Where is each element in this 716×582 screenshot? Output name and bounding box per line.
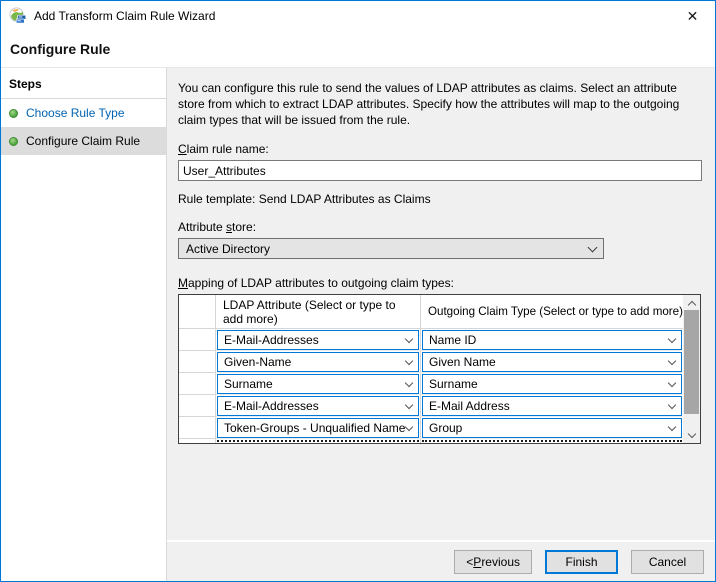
row-selector-cell (179, 439, 216, 443)
rule-description-text: You can configure this rule to send the … (178, 80, 701, 128)
main-column: You can configure this rule to send the … (167, 68, 715, 581)
ldap-attribute-select[interactable]: E-Mail-Addresses (217, 330, 419, 350)
scrollbar-track[interactable] (683, 414, 700, 428)
sidebar-item-choose-rule-type[interactable]: Choose Rule Type (1, 99, 166, 127)
claim-rule-name-input[interactable] (178, 160, 702, 181)
column-header-ldap-attribute: LDAP Attribute (Select or type to add mo… (216, 295, 421, 328)
chevron-down-icon (668, 401, 676, 409)
table-row: Surname Surname (179, 373, 683, 395)
row-selector-cell[interactable] (179, 417, 216, 439)
mapping-table: LDAP Attribute (Select or type to add mo… (178, 294, 701, 444)
wizard-window: Add Transform Claim Rule Wizard ✕ Config… (0, 0, 716, 582)
finish-button[interactable]: Finish (545, 550, 618, 574)
chevron-down-icon (668, 379, 676, 387)
attribute-store-value: Active Directory (186, 242, 589, 256)
chevron-down-icon (405, 335, 413, 343)
row-selector-cell[interactable] (179, 351, 216, 373)
attribute-store-label: Attribute store: (178, 220, 702, 234)
rule-template-text: Rule template: Send LDAP Attributes as C… (178, 192, 702, 206)
column-header-outgoing-claim-type: Outgoing Claim Type (Select or type to a… (421, 295, 683, 328)
step-current-icon (9, 137, 18, 146)
chevron-down-icon (405, 379, 413, 387)
scroll-down-button[interactable] (683, 428, 700, 443)
ldap-attribute-select[interactable]: Surname (217, 374, 419, 394)
row-selector-cell[interactable] (179, 373, 216, 395)
scroll-up-button[interactable] (683, 295, 700, 310)
chevron-down-icon (588, 242, 598, 252)
window-title: Add Transform Claim Rule Wizard (34, 9, 215, 23)
step-label: Configure Claim Rule (26, 134, 140, 148)
table-row: E-Mail-Addresses E-Mail Address (179, 395, 683, 417)
chevron-up-icon (687, 300, 695, 308)
button-bar: < Previous Finish Cancel (167, 540, 715, 581)
outgoing-claim-type-select[interactable]: E-Mail Address (422, 396, 682, 416)
chevron-down-icon (687, 430, 695, 438)
close-icon: ✕ (687, 8, 699, 25)
mapping-grid: LDAP Attribute (Select or type to add mo… (179, 295, 683, 443)
ldap-attribute-select[interactable]: Token-Groups - Unqualified Names (217, 418, 419, 438)
row-selector-header (179, 295, 216, 328)
step-completed-icon (9, 109, 18, 118)
steps-title: Steps (1, 68, 166, 99)
empty-outgoing-claim-type-select (422, 440, 682, 443)
row-selector-cell[interactable] (179, 329, 216, 351)
chevron-down-icon (405, 423, 413, 431)
chevron-down-icon (668, 357, 676, 365)
step-label: Choose Rule Type (26, 106, 125, 120)
mapping-table-label: Mapping of LDAP attributes to outgoing c… (178, 276, 702, 290)
ldap-attribute-select[interactable]: Given-Name (217, 352, 419, 372)
title-bar: Add Transform Claim Rule Wizard ✕ (1, 1, 715, 31)
chevron-down-icon (405, 401, 413, 409)
empty-ldap-attribute-select (217, 440, 419, 443)
row-selector-cell[interactable] (179, 395, 216, 417)
chevron-down-icon (668, 335, 676, 343)
page-title: Configure Rule (10, 41, 110, 57)
table-vertical-scrollbar[interactable] (683, 295, 700, 443)
table-row: Given-Name Given Name (179, 351, 683, 373)
table-row: Token-Groups - Unqualified Names Group (179, 417, 683, 439)
claim-rule-name-label: Claim rule name: (178, 142, 702, 156)
ldap-attribute-select[interactable]: E-Mail-Addresses (217, 396, 419, 416)
table-row: E-Mail-Addresses Name ID (179, 329, 683, 351)
adfs-wizard-icon (9, 7, 27, 25)
outgoing-claim-type-select[interactable]: Group (422, 418, 682, 438)
outgoing-claim-type-select[interactable]: Given Name (422, 352, 682, 372)
dialog-body: Steps Choose Rule Type Configure Claim R… (1, 67, 715, 581)
scrollbar-thumb[interactable] (684, 310, 699, 414)
grid-header-row: LDAP Attribute (Select or type to add mo… (179, 295, 683, 329)
sidebar-item-configure-claim-rule[interactable]: Configure Claim Rule (1, 127, 166, 155)
outgoing-claim-type-select[interactable]: Name ID (422, 330, 682, 350)
main-content: You can configure this rule to send the … (167, 68, 715, 540)
page-header: Configure Rule (1, 31, 715, 67)
steps-sidebar: Steps Choose Rule Type Configure Claim R… (1, 68, 167, 581)
close-button[interactable]: ✕ (670, 1, 715, 31)
chevron-down-icon (405, 357, 413, 365)
cancel-button[interactable]: Cancel (631, 550, 704, 574)
table-row-partial (179, 439, 683, 443)
chevron-down-icon (668, 423, 676, 431)
attribute-store-select[interactable]: Active Directory (178, 238, 604, 259)
previous-button[interactable]: < Previous (454, 550, 532, 574)
outgoing-claim-type-select[interactable]: Surname (422, 374, 682, 394)
